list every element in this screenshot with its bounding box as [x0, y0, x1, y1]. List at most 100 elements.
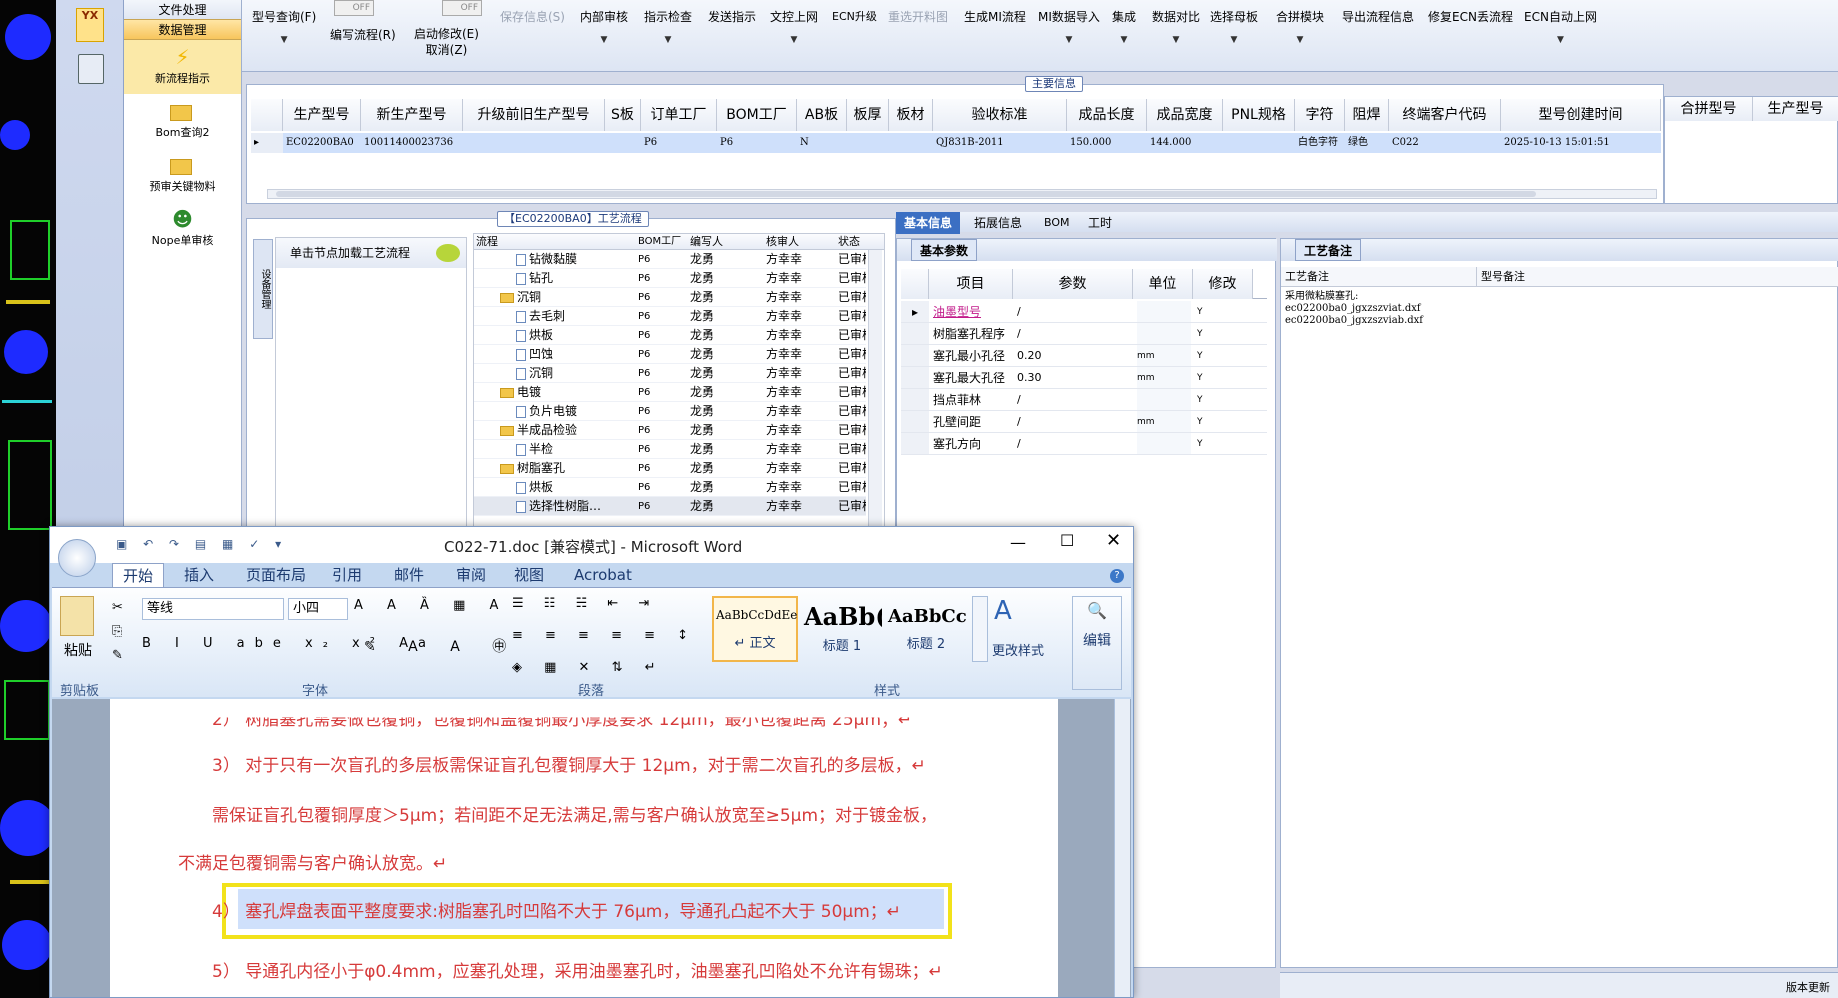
- col-header[interactable]: 生产型号: [1753, 97, 1838, 121]
- scrollbar-thumb[interactable]: [276, 191, 1536, 197]
- table-cell[interactable]: [605, 133, 641, 153]
- col-header[interactable]: 型号创建时间: [1501, 99, 1661, 131]
- quick-access-toolbar[interactable]: ▣ ↶ ↷ ▤ ▦ ✓ ▾: [116, 537, 287, 551]
- gen-mi-flow-button[interactable]: 生成MI流程: [964, 8, 1026, 25]
- styles-scroll[interactable]: [972, 596, 988, 662]
- maximize-icon[interactable]: ☐: [1060, 531, 1074, 550]
- flow-tree-row[interactable]: 凹蚀 P6 龙勇 方幸幸 已审核: [474, 345, 866, 364]
- param-row[interactable]: 孔壁间距 / mm Y: [901, 411, 1267, 433]
- save-info-button[interactable]: 保存信息(S): [500, 8, 565, 25]
- col-header[interactable]: 板厚: [847, 99, 889, 131]
- table-cell[interactable]: 144.000: [1147, 133, 1223, 153]
- model-query-button[interactable]: 型号查询(F) ▼: [252, 8, 316, 45]
- param-value[interactable]: 0.30: [1017, 367, 1131, 389]
- select-mother-board-button[interactable]: 选择母板 ▼: [1210, 8, 1258, 45]
- table-cell[interactable]: [463, 133, 605, 153]
- nav-item-new-flow[interactable]: ⚡ 新流程指示: [124, 40, 241, 94]
- table-cell[interactable]: [1223, 133, 1295, 153]
- col-header[interactable]: 参数: [1013, 269, 1133, 299]
- param-value[interactable]: 0.20: [1017, 345, 1131, 367]
- doc-vertical-scrollbar[interactable]: [1114, 699, 1130, 997]
- change-styles-label[interactable]: 更改样式: [992, 640, 1044, 659]
- flow-tree-row[interactable]: 沉铜 P6 龙勇 方幸幸 已审核: [474, 288, 866, 307]
- col-header[interactable]: 成品长度: [1067, 99, 1147, 131]
- col-header[interactable]: 单位: [1133, 269, 1193, 299]
- table-cell[interactable]: 150.000: [1067, 133, 1147, 153]
- table-cell[interactable]: QJ831B-2011: [933, 133, 1067, 153]
- change-styles-icon[interactable]: A: [994, 596, 1012, 626]
- clipboard-tools[interactable]: ✂ ⎘ ✎: [112, 596, 123, 668]
- param-row[interactable]: 塞孔方向 / Y: [901, 433, 1267, 455]
- col-header[interactable]: BOM工厂: [717, 99, 797, 131]
- param-row[interactable]: 塞孔最大孔径 0.30 mm Y: [901, 367, 1267, 389]
- flow-tree-row[interactable]: 电镀 P6 龙勇 方幸幸 已审核: [474, 383, 866, 402]
- font-size-select[interactable]: 小四: [288, 598, 348, 620]
- param-value[interactable]: /: [1017, 323, 1131, 345]
- check-instruction-button[interactable]: 指示检查 ▼: [644, 8, 692, 45]
- doc-line-selected[interactable]: 4） 塞孔焊盘表面平整度要求:树脂塞孔时凹陷不大于 76μm，导通孔凸起不大于 …: [212, 897, 901, 922]
- tab-review[interactable]: 审阅: [446, 563, 496, 587]
- flow-tree[interactable]: 流程 BOM工厂 编写人 核审人 状态 钻微黏膜P6龙勇方幸幸已审核钻孔P6龙勇…: [473, 233, 885, 527]
- flow-tree-row[interactable]: 去毛刺 P6 龙勇 方幸幸 已审核: [474, 307, 866, 326]
- remark-text[interactable]: 采用微粘膜塞孔: ec02200ba0_jgxzszviat.dxf ec022…: [1285, 291, 1475, 327]
- send-instruction-button[interactable]: 发送指示: [708, 8, 756, 25]
- table-cell[interactable]: P6: [717, 133, 797, 153]
- param-edit[interactable]: Y: [1197, 411, 1251, 433]
- param-row[interactable]: 树脂塞孔程序 / Y: [901, 323, 1267, 345]
- paste-icon[interactable]: [60, 596, 94, 636]
- flow-tree-row[interactable]: 选择性树脂… P6 龙勇 方幸幸 已审核: [474, 497, 866, 516]
- start-modify-button[interactable]: 启动修改(E) 取消(Z): [414, 26, 479, 58]
- param-row[interactable]: ▸ 油墨型号 / Y: [901, 301, 1267, 323]
- col-header[interactable]: 生产型号: [283, 99, 361, 131]
- font-color-buttons[interactable]: ✎ A A ㊥: [364, 636, 520, 656]
- col-header[interactable]: 成品宽度: [1147, 99, 1223, 131]
- col-header[interactable]: 项目: [929, 269, 1013, 299]
- param-row[interactable]: 挡点菲林 / Y: [901, 389, 1267, 411]
- horizontal-scrollbar[interactable]: [267, 189, 1657, 199]
- font-grow-shrink[interactable]: A A Ȁ ▦ A: [354, 598, 508, 613]
- doc-control-online-button[interactable]: 文控上网 ▼: [770, 8, 818, 45]
- param-edit[interactable]: Y: [1197, 323, 1251, 345]
- col-header[interactable]: PNL规格: [1223, 99, 1295, 131]
- col-header[interactable]: 验收标准: [933, 99, 1067, 131]
- reselect-cut-button[interactable]: 重选开料图: [888, 8, 948, 25]
- remark-title[interactable]: 工艺备注: [1295, 239, 1362, 261]
- toggle-switch-1[interactable]: OFF: [334, 0, 374, 16]
- office-button[interactable]: [58, 539, 96, 577]
- tab-acrobat[interactable]: Acrobat: [564, 563, 642, 587]
- table-cell[interactable]: P6: [641, 133, 717, 153]
- table-cell[interactable]: 绿色: [1345, 133, 1389, 153]
- doc-page[interactable]: 2） 树脂塞孔需要做包覆铜，包覆铜和盖覆铜最小厚度要求 12μm，最小包覆距离 …: [110, 699, 1058, 997]
- col-header[interactable]: 终端客户代码: [1389, 99, 1501, 131]
- side-tab-device[interactable]: 设备管理: [253, 239, 273, 339]
- col-header[interactable]: BOM工厂: [638, 234, 681, 250]
- ecn-auto-online-button[interactable]: ECN自动上网 ▼: [1524, 8, 1597, 45]
- speech-bubble-icon[interactable]: [436, 244, 460, 262]
- table-cell[interactable]: [889, 133, 933, 153]
- style-heading2[interactable]: AaBbCc 标题 2: [886, 596, 966, 662]
- ecn-upgrade-button[interactable]: ECN升级: [832, 8, 877, 24]
- tab-basic-info[interactable]: 基本信息: [896, 212, 961, 234]
- col-header[interactable]: 编写人: [690, 234, 723, 250]
- nav-header-file[interactable]: 文件处理: [124, 0, 241, 20]
- list-buttons[interactable]: ☰ ☷ ☵ ⇤ ⇥: [512, 596, 700, 620]
- nav-item-prereview[interactable]: 预审关键物料: [124, 148, 241, 202]
- table-cell[interactable]: 2025-10-13 15:01:51: [1501, 133, 1661, 153]
- param-value[interactable]: /: [1017, 411, 1131, 433]
- flow-load-area[interactable]: 单击节点加载工艺流程: [275, 237, 467, 527]
- vertical-scrollbar[interactable]: [868, 250, 882, 526]
- write-flow-button[interactable]: 编写流程(R): [330, 26, 396, 43]
- col-header[interactable]: 订单工厂: [641, 99, 717, 131]
- table-cell[interactable]: N: [797, 133, 847, 153]
- align-buttons[interactable]: ≡ ≡ ≡ ≡ ≡ ↕: [512, 628, 700, 652]
- col-header[interactable]: 修改: [1193, 269, 1253, 299]
- minimize-icon[interactable]: —: [1010, 533, 1026, 552]
- col-header[interactable]: 板材: [889, 99, 933, 131]
- merge-module-button[interactable]: 合拼模块 ▼: [1276, 8, 1324, 45]
- param-row[interactable]: 塞孔最小孔径 0.20 mm Y: [901, 345, 1267, 367]
- style-normal[interactable]: AaBbCcDdEe ↵ 正文: [712, 596, 798, 662]
- flow-tree-row[interactable]: 半成品检验 P6 龙勇 方幸幸 已审核: [474, 421, 866, 440]
- flow-tree-row[interactable]: 沉铜 P6 龙勇 方幸幸 已审核: [474, 364, 866, 383]
- param-edit[interactable]: Y: [1197, 389, 1251, 411]
- nav-header-data[interactable]: 数据管理: [124, 20, 241, 40]
